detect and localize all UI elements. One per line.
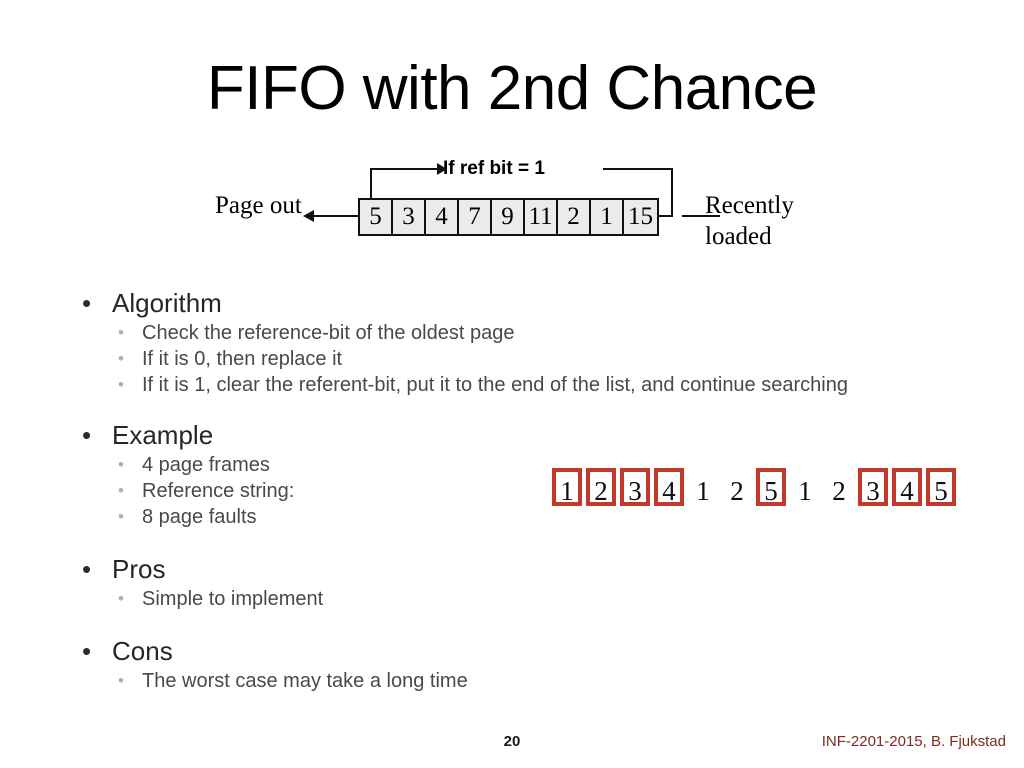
bullet-text: Cons xyxy=(112,636,173,666)
diagram-line-recently-loaded xyxy=(682,215,720,217)
bullet-marker: • xyxy=(118,481,124,500)
reference-string-fault: 3 xyxy=(620,468,650,506)
diagram-line-top-left xyxy=(370,168,440,170)
diagram-line-right-vertical xyxy=(671,168,673,216)
queue-cell: 15 xyxy=(624,200,657,234)
diagram-line-left-vertical xyxy=(370,168,372,200)
bullet-marker: • xyxy=(118,507,124,526)
bullet-text: 4 page frames xyxy=(142,454,270,476)
bullet-item: • Simple to implement xyxy=(0,586,1024,612)
queue-cell: 7 xyxy=(459,200,492,234)
reference-string-row: 123412512345 xyxy=(552,468,956,506)
bullet-marker: • xyxy=(82,636,92,666)
diagram-line-page-out xyxy=(310,215,358,217)
bullet-item: • Check the reference-bit of the oldest … xyxy=(0,320,1024,346)
bullet-marker: • xyxy=(118,349,124,368)
bullet-marker: • xyxy=(118,455,124,474)
queue-cell: 4 xyxy=(426,200,459,234)
bullet-text: If it is 1, clear the referent-bit, put … xyxy=(142,374,848,396)
reference-string-fault: 5 xyxy=(756,468,786,506)
bullet-marker: • xyxy=(82,420,92,450)
page-title: FIFO with 2nd Chance xyxy=(206,54,818,123)
arrow-left-icon xyxy=(303,210,314,222)
reference-string-hit: 2 xyxy=(730,476,744,506)
bullet-marker: • xyxy=(118,323,124,342)
reference-string-fault: 4 xyxy=(654,468,684,506)
reference-string-fault: 2 xyxy=(586,468,616,506)
bullet-heading-algorithm: • Algorithm xyxy=(0,286,1024,320)
fifo-queue-diagram: Page out Recently loaded If ref bit = 1 … xyxy=(215,152,835,272)
section-pros: • Pros • Simple to implement xyxy=(0,552,1024,612)
queue-cell-row: 5 3 4 7 9 11 2 1 15 xyxy=(358,198,659,236)
bullet-heading-pros: • Pros xyxy=(0,552,1024,586)
reference-string-hit: 1 xyxy=(798,476,812,506)
arrow-right-icon xyxy=(437,163,447,175)
bullet-marker: • xyxy=(118,589,124,608)
bullet-marker: • xyxy=(118,671,124,690)
queue-cell: 1 xyxy=(591,200,624,234)
reference-string-fault: 1 xyxy=(552,468,582,506)
bullet-text: Pros xyxy=(112,554,166,584)
bullet-item: • If it is 1, clear the referent-bit, pu… xyxy=(0,372,1024,398)
section-cons: • Cons • The worst case may take a long … xyxy=(0,634,1024,694)
bullet-text: Simple to implement xyxy=(142,588,324,610)
bullet-text: If it is 0, then replace it xyxy=(142,348,343,370)
bullet-text: Example xyxy=(112,420,214,450)
bullet-heading-example: • Example xyxy=(0,418,1024,452)
bullet-item: • The worst case may take a long time xyxy=(0,668,1024,694)
bullet-marker: • xyxy=(118,375,124,394)
bullet-text: The worst case may take a long time xyxy=(142,670,468,692)
diagram-label-page-out: Page out xyxy=(215,192,302,219)
bullet-text: Reference string: xyxy=(142,480,295,502)
reference-string-hit: 1 xyxy=(696,476,710,506)
bullet-heading-cons: • Cons xyxy=(0,634,1024,668)
diagram-line-top-right xyxy=(603,168,673,170)
reference-string-fault: 5 xyxy=(926,468,956,506)
reference-string-hit: 2 xyxy=(832,476,846,506)
bullet-text: Algorithm xyxy=(112,288,222,318)
reference-string-fault: 3 xyxy=(858,468,888,506)
diagram-label-recently-loaded: Recently loaded xyxy=(705,192,794,250)
diagram-label-if-ref-bit: If ref bit = 1 xyxy=(443,158,545,179)
bullet-text: 8 page faults xyxy=(142,506,257,528)
footer-credit: INF-2201-2015, B. Fjukstad xyxy=(821,733,1006,750)
bullet-marker: • xyxy=(82,288,92,318)
queue-cell: 5 xyxy=(360,200,393,234)
reference-string-fault: 4 xyxy=(892,468,922,506)
queue-cell: 3 xyxy=(393,200,426,234)
bullet-text: Check the reference-bit of the oldest pa… xyxy=(142,322,515,344)
queue-cell: 2 xyxy=(558,200,591,234)
queue-cell: 9 xyxy=(492,200,525,234)
bullet-marker: • xyxy=(82,554,92,584)
queue-cell: 11 xyxy=(525,200,558,234)
section-algorithm: • Algorithm • Check the reference-bit of… xyxy=(0,286,1024,398)
bullet-item: • If it is 0, then replace it xyxy=(0,346,1024,372)
